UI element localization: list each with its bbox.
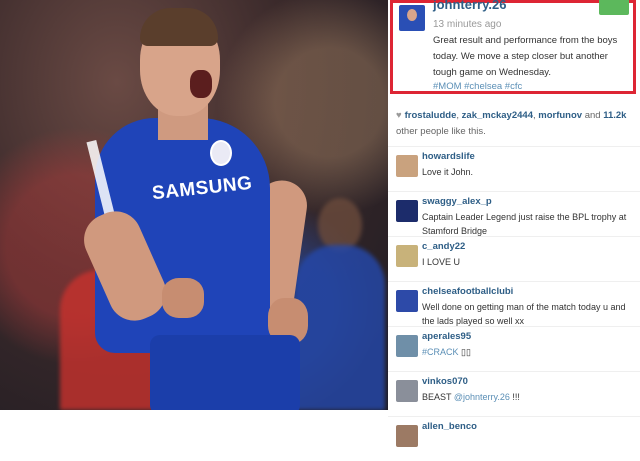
comment-text: BEAST @johnterry.26 !!!: [422, 390, 634, 404]
likes-and: and: [584, 110, 601, 121]
comment-username[interactable]: aperales95: [422, 331, 471, 342]
comment-text: Well done on getting man of the match to…: [422, 302, 626, 326]
comment-username[interactable]: howardslife: [422, 151, 475, 162]
list-item: vinkos070 BEAST @johnterry.26 !!!: [388, 371, 640, 416]
liker-1[interactable]: frostaludde: [405, 110, 457, 121]
post-timestamp: 13 minutes ago: [433, 19, 502, 30]
club-crest: [210, 140, 232, 166]
comment-text: Captain Leader Legend just raise the BPL…: [422, 212, 627, 236]
post-hashtags[interactable]: #MOM #chelsea #cfc: [433, 81, 522, 92]
avatar[interactable]: [396, 290, 418, 312]
author-username[interactable]: johnterry.26: [433, 0, 506, 12]
background-player-head: [318, 198, 362, 252]
heart-icon[interactable]: ♥: [396, 110, 402, 121]
liker-3[interactable]: morfunov: [538, 110, 582, 121]
player-hair: [140, 8, 218, 46]
background-player-blue: [295, 245, 385, 410]
mention-link[interactable]: @johnterry.26: [454, 392, 510, 402]
list-item: allen_benco: [388, 416, 640, 461]
comment-text: Love it John.: [422, 167, 474, 177]
player-shorts: [150, 335, 300, 410]
emoji-icon: ▯▯: [461, 347, 471, 357]
comment-text-prefix: BEAST: [422, 392, 452, 402]
list-item: swaggy_alex_p Captain Leader Legend just…: [388, 191, 640, 236]
comment-text: #CRACK ▯▯: [422, 345, 634, 359]
list-item: chelseafootballclubi Well done on gettin…: [388, 281, 640, 326]
post-photo[interactable]: SAMSUNG: [0, 0, 388, 410]
comment-username[interactable]: swaggy_alex_p: [422, 196, 492, 207]
avatar[interactable]: [396, 200, 418, 222]
likes-suffix: other people like this.: [396, 126, 486, 137]
avatar[interactable]: [396, 425, 418, 447]
comment-list: howardslife Love it John. swaggy_alex_p …: [388, 146, 640, 461]
comment-text-suffix: !!!: [512, 392, 520, 402]
avatar[interactable]: [396, 155, 418, 177]
comment-username[interactable]: chelseafootballclubi: [422, 286, 513, 297]
comment-username[interactable]: c_andy22: [422, 241, 465, 252]
list-item: howardslife Love it John.: [388, 146, 640, 191]
player-left-fist: [162, 278, 204, 318]
likes-summary: ♥ frostaludde, zak_mckay2444, morfunov an…: [396, 110, 627, 137]
player-mouth: [190, 70, 212, 98]
post-header-highlight: johnterry.26 13 minutes ago Great result…: [390, 0, 636, 94]
avatar[interactable]: [396, 380, 418, 402]
follow-button[interactable]: [599, 0, 629, 15]
avatar[interactable]: [396, 245, 418, 267]
list-item: c_andy22 I LOVE U: [388, 236, 640, 281]
comment-hashtag[interactable]: #CRACK: [422, 347, 459, 357]
comment-text: I LOVE U: [422, 257, 461, 267]
comment-username[interactable]: allen_benco: [422, 421, 477, 432]
comment-username[interactable]: vinkos070: [422, 376, 468, 387]
likes-count[interactable]: 11.2k: [603, 110, 626, 121]
author-avatar[interactable]: [399, 5, 425, 31]
liker-2[interactable]: zak_mckay2444: [462, 110, 533, 121]
post-caption: Great result and performance from the bo…: [433, 35, 618, 78]
avatar[interactable]: [396, 335, 418, 357]
list-item: aperales95 #CRACK ▯▯: [388, 326, 640, 371]
